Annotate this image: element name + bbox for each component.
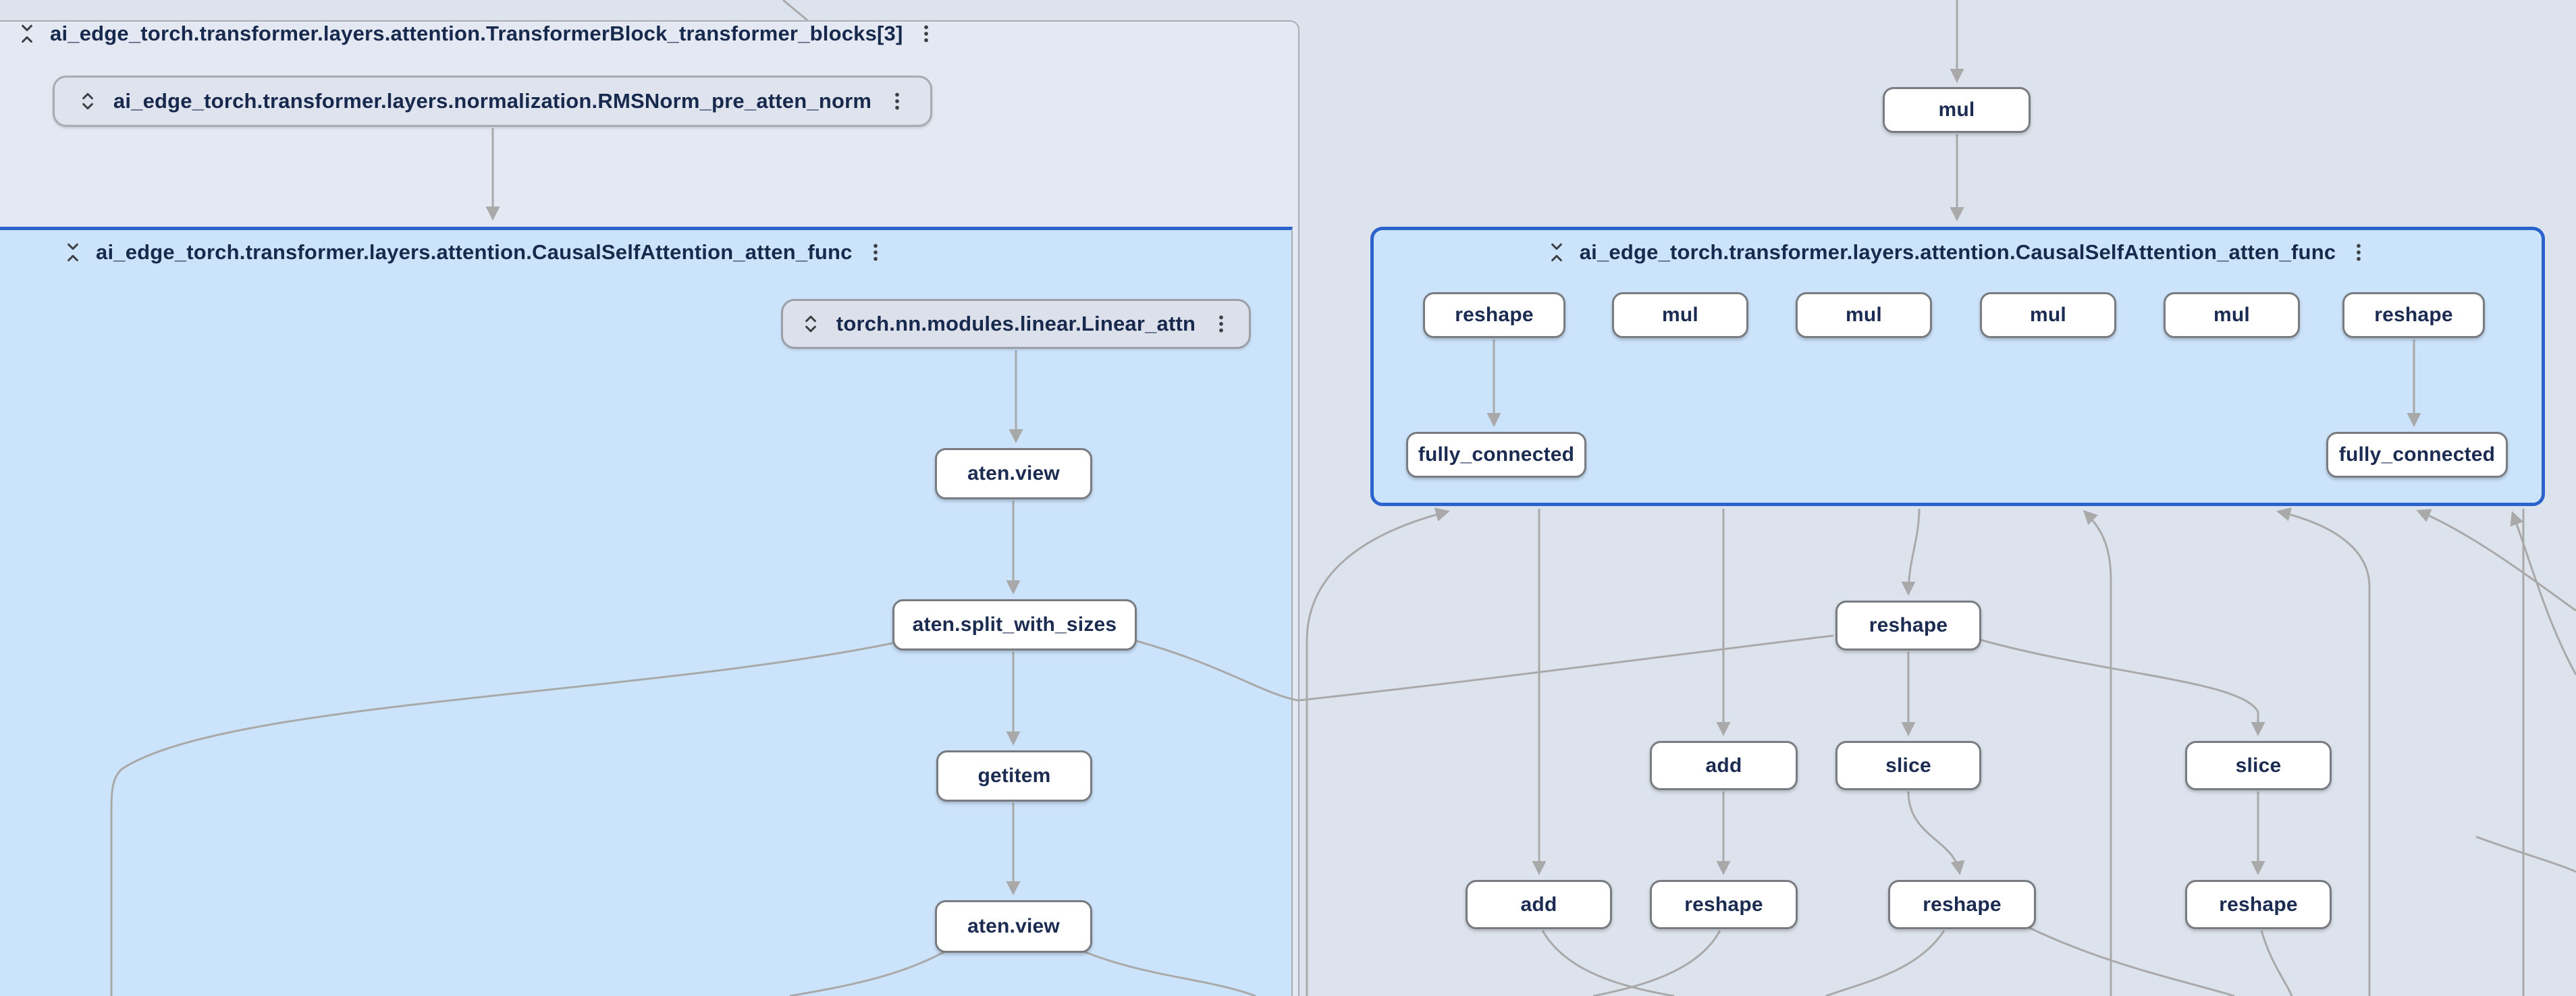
collapsed-node-label: torch.nn.modules.linear.Linear_attn bbox=[836, 312, 1196, 336]
op-node-mul[interactable]: mul bbox=[1883, 87, 2031, 133]
op-node-mul[interactable]: mul bbox=[1612, 292, 1748, 338]
more-vert-icon[interactable] bbox=[865, 242, 886, 263]
attention-left-title: ai_edge_torch.transformer.layers.attenti… bbox=[96, 240, 853, 265]
op-node-reshape[interactable]: reshape bbox=[1835, 601, 1981, 651]
more-vert-icon[interactable] bbox=[915, 23, 937, 45]
collapsed-node-rmsnorm[interactable]: ai_edge_torch.transformer.layers.normali… bbox=[53, 76, 932, 127]
op-node-fully-connected[interactable]: fully_connected bbox=[2326, 432, 2508, 478]
op-node-add[interactable]: add bbox=[1466, 880, 1612, 929]
more-vert-icon[interactable] bbox=[1210, 313, 1232, 335]
unfold-less-icon[interactable] bbox=[1546, 242, 1567, 263]
unfold-less-icon[interactable] bbox=[16, 23, 38, 45]
more-vert-icon[interactable] bbox=[886, 90, 908, 112]
op-node-getitem[interactable]: getitem bbox=[936, 750, 1092, 802]
transformer-block-title: ai_edge_torch.transformer.layers.attenti… bbox=[50, 22, 903, 46]
op-node-mul[interactable]: mul bbox=[1796, 292, 1932, 338]
attention-left-header: ai_edge_torch.transformer.layers.attenti… bbox=[62, 233, 886, 271]
unfold-more-icon[interactable] bbox=[800, 313, 822, 335]
collapsed-node-linear-attn[interactable]: torch.nn.modules.linear.Linear_attn bbox=[781, 299, 1251, 349]
op-node-reshape[interactable]: reshape bbox=[1423, 292, 1565, 338]
unfold-more-icon[interactable] bbox=[77, 90, 99, 112]
attention-right-title: ai_edge_torch.transformer.layers.attenti… bbox=[1580, 240, 2336, 265]
op-node-reshape[interactable]: reshape bbox=[1650, 880, 1798, 929]
op-node-mul[interactable]: mul bbox=[2164, 292, 2300, 338]
op-node-aten-view[interactable]: aten.view bbox=[935, 448, 1092, 499]
attention-right-header: ai_edge_torch.transformer.layers.attenti… bbox=[1370, 233, 2545, 271]
more-vert-icon[interactable] bbox=[2348, 242, 2369, 263]
op-node-fully-connected[interactable]: fully_connected bbox=[1406, 432, 1586, 478]
transformer-block-header: ai_edge_torch.transformer.layers.attenti… bbox=[16, 15, 937, 53]
op-node-add[interactable]: add bbox=[1650, 741, 1798, 790]
model-graph-canvas[interactable]: { "colors": { "canvas_bg": "#dde3ed", "b… bbox=[0, 0, 2576, 996]
unfold-less-icon[interactable] bbox=[62, 242, 84, 263]
op-node-reshape[interactable]: reshape bbox=[1888, 880, 2036, 929]
op-node-slice[interactable]: slice bbox=[2185, 741, 2332, 790]
op-node-reshape[interactable]: reshape bbox=[2342, 292, 2485, 338]
op-node-aten-view[interactable]: aten.view bbox=[935, 900, 1092, 953]
op-node-mul[interactable]: mul bbox=[1980, 292, 2116, 338]
collapsed-node-label: ai_edge_torch.transformer.layers.normali… bbox=[113, 89, 871, 113]
op-node-aten-split-with-sizes[interactable]: aten.split_with_sizes bbox=[892, 599, 1137, 651]
op-node-reshape[interactable]: reshape bbox=[2185, 880, 2332, 929]
op-node-slice[interactable]: slice bbox=[1835, 741, 1981, 790]
